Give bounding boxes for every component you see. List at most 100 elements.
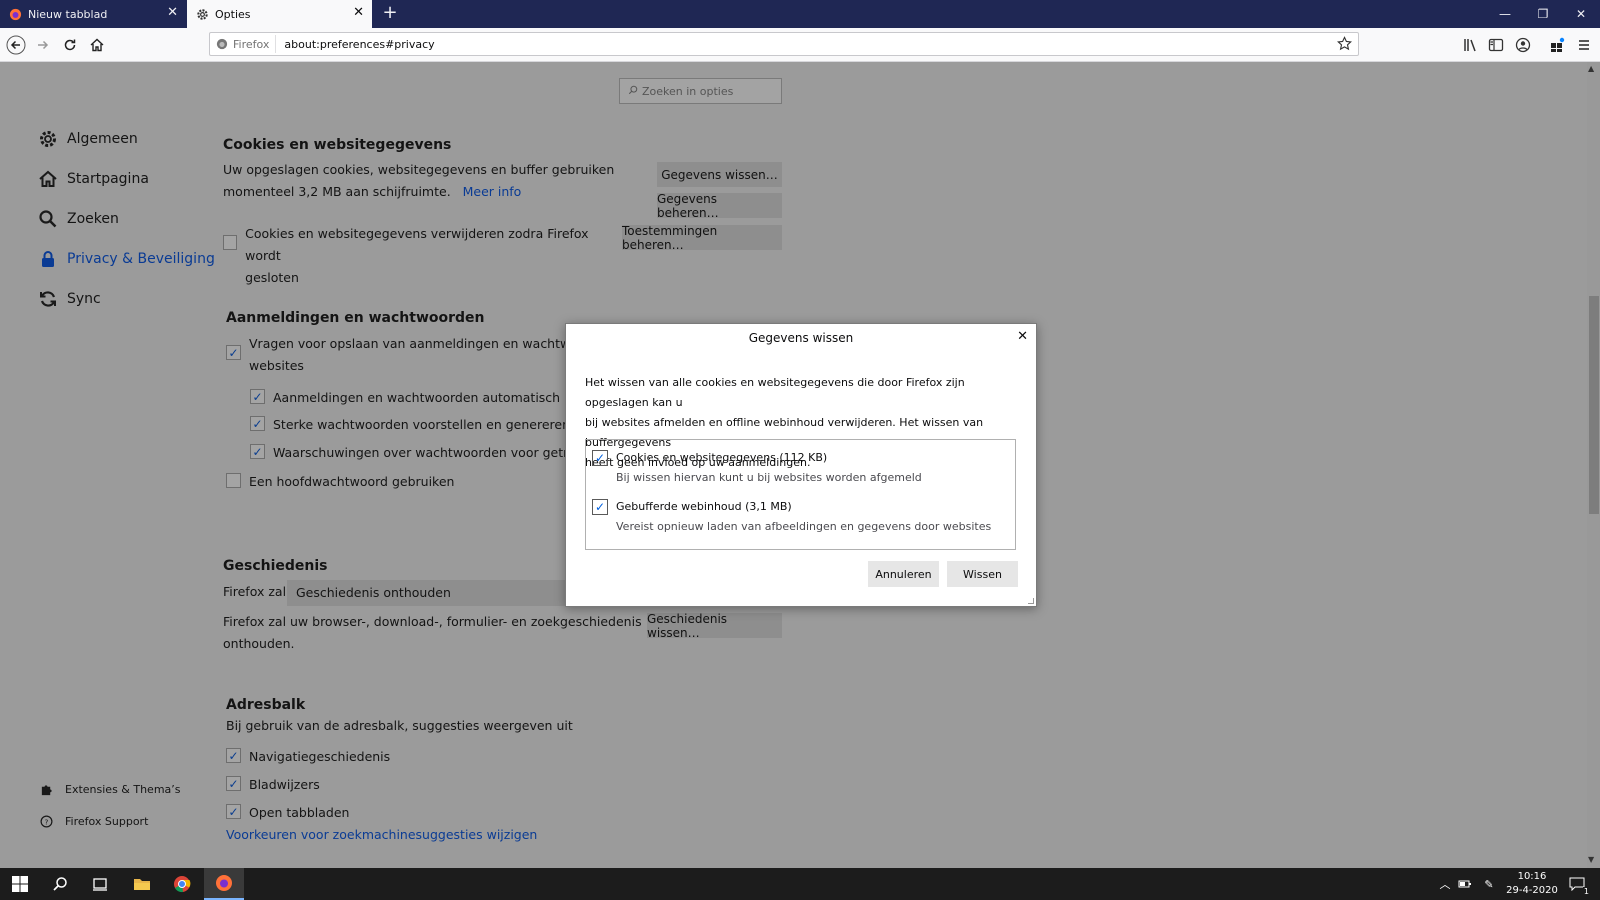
scroll-up-icon[interactable]: ▲	[1588, 64, 1594, 73]
scroll-down-icon[interactable]: ▼	[1588, 855, 1594, 864]
sidebar-item-home[interactable]: Startpagina	[37, 168, 149, 190]
cookies-option-checkbox[interactable]: ✓	[592, 450, 608, 466]
url-bar[interactable]: Firefox about:preferences#privacy	[209, 32, 1359, 56]
sidebar-toggle-icon[interactable]	[1484, 33, 1508, 57]
library-icon[interactable]	[1458, 33, 1482, 57]
puzzle-icon	[39, 782, 53, 796]
sidebar-item-search[interactable]: Zoeken	[37, 208, 119, 230]
history-mode-label: Firefox zal	[223, 584, 287, 599]
breach-alerts-row[interactable]: ✓ Waarschuwingen over wachtwoorden voor …	[250, 442, 600, 464]
taskbar-search-icon[interactable]	[40, 868, 80, 900]
delete-on-close-label: gesloten	[245, 270, 299, 285]
cookies-option-subtext: Bij wissen hiervan kunt u bij websites w…	[616, 471, 922, 484]
account-icon[interactable]	[1511, 33, 1535, 57]
show-hidden-icons-icon[interactable]: ︿	[1437, 876, 1453, 892]
cookies-description: Uw opgeslagen cookies, websitegegevens e…	[223, 159, 614, 203]
suggest-history-checkbox[interactable]: ✓	[226, 748, 241, 763]
scrollbar-thumb[interactable]	[1589, 296, 1599, 514]
back-arrow-icon	[6, 35, 26, 55]
home-button[interactable]	[85, 33, 109, 57]
close-tab-icon[interactable]: ✕	[167, 6, 178, 20]
chrome-icon[interactable]	[162, 868, 202, 900]
restore-button[interactable]: ❐	[1524, 0, 1562, 28]
search-input[interactable]: Zoeken in opties	[619, 78, 782, 104]
breach-alerts-checkbox[interactable]: ✓	[250, 444, 265, 459]
clear-button[interactable]: Wissen	[947, 561, 1018, 587]
clear-data-button[interactable]: Gegevens wissen…	[657, 162, 782, 187]
master-password-label: Een hoofdwachtwoord gebruiken	[249, 474, 455, 489]
bookmark-star-icon[interactable]	[1337, 36, 1352, 54]
close-tab-icon[interactable]: ✕	[353, 6, 364, 20]
autofill-logins-label: Aanmeldingen en wachtwoorden automatisch…	[273, 390, 606, 405]
clock[interactable]: 10:16 29-4-2020	[1497, 870, 1567, 898]
delete-on-close-row[interactable]: Cookies en websitegegevens verwijderen z…	[223, 223, 603, 289]
cache-option-checkbox[interactable]: ✓	[592, 499, 608, 515]
suggest-history-row[interactable]: ✓ Navigatiegeschiedenis	[226, 746, 390, 768]
cancel-button[interactable]: Annuleren	[868, 561, 939, 587]
taskbar: ︿ ✎ 10:16 29-4-2020 1	[0, 868, 1600, 900]
dialog-options-box: ✓ Cookies en websitegegevens (112 KB) Bi…	[585, 439, 1016, 550]
sidebar-item-sync[interactable]: Sync	[37, 288, 101, 310]
more-info-link[interactable]: Meer info	[463, 184, 522, 199]
help-icon: ?	[39, 814, 53, 828]
sidebar-item-support[interactable]: ? Firefox Support	[39, 814, 148, 828]
manage-permissions-button[interactable]: Toestemmingen beheren…	[622, 224, 782, 252]
clear-history-button[interactable]: Geschiedenis wissen…	[647, 612, 782, 640]
manage-data-button[interactable]: Gegevens beheren…	[657, 192, 782, 220]
history-description-line: onthouden.	[223, 636, 295, 651]
minimize-button[interactable]: —	[1486, 0, 1524, 28]
new-tab-button[interactable]: +	[380, 3, 400, 25]
identity-box[interactable]: Firefox	[210, 35, 277, 53]
suggest-bookmarks-row[interactable]: ✓ Bladwijzers	[226, 774, 320, 796]
autofill-logins-checkbox[interactable]: ✓	[250, 389, 265, 404]
cache-option-label: Gebufferde webinhoud (3,1 MB)	[616, 500, 792, 513]
sidebar-item-privacy[interactable]: Privacy & Beveiliging	[37, 248, 215, 270]
resize-grip-icon[interactable]	[1028, 598, 1034, 604]
forward-arrow-icon	[38, 40, 49, 50]
cookies-option-row[interactable]: ✓ Cookies en websitegegevens (112 KB) Bi…	[592, 450, 922, 487]
tab-options[interactable]: Opties ✕	[187, 0, 372, 28]
ask-save-logins-row[interactable]: ✓ Vragen voor opslaan van aanmeldingen e…	[226, 333, 614, 377]
autofill-logins-row[interactable]: ✓ Aanmeldingen en wachtwoorden automatis…	[250, 387, 605, 409]
master-password-row[interactable]: Een hoofdwachtwoord gebruiken	[226, 471, 454, 493]
suggest-open-tabs-checkbox[interactable]: ✓	[226, 804, 241, 819]
extensions-icon[interactable]	[1545, 33, 1569, 57]
pen-icon[interactable]: ✎	[1481, 876, 1497, 892]
master-password-checkbox[interactable]	[226, 473, 241, 488]
delete-on-close-checkbox[interactable]	[223, 235, 238, 250]
nav-bar: Firefox about:preferences#privacy	[0, 28, 1600, 62]
search-suggestions-link[interactable]: Voorkeuren voor zoekmachinesuggesties wi…	[226, 824, 537, 846]
menu-icon[interactable]	[1572, 33, 1596, 57]
cache-option-subtext: Vereist opnieuw laden van afbeeldingen e…	[616, 520, 992, 533]
suggest-open-tabs-label: Open tabbladen	[249, 805, 350, 820]
sidebar-item-label: Privacy & Beveiliging	[67, 251, 215, 267]
cache-option-row[interactable]: ✓ Gebufferde webinhoud (3,1 MB) Vereist …	[592, 499, 991, 536]
suggest-bookmarks-checkbox[interactable]: ✓	[226, 776, 241, 791]
close-icon[interactable]: ✕	[1017, 329, 1028, 344]
url-text[interactable]: about:preferences#privacy	[276, 38, 434, 51]
suggest-passwords-row[interactable]: ✓ Sterke wachtwoorden voorstellen en gen…	[250, 414, 570, 436]
cookies-description-line: momenteel 3,2 MB aan schijfruimte.	[223, 184, 451, 199]
battery-icon[interactable]	[1457, 876, 1473, 892]
suggest-open-tabs-row[interactable]: ✓ Open tabbladen	[226, 802, 349, 824]
sidebar-item-general[interactable]: Algemeen	[37, 128, 138, 150]
forward-button[interactable]	[31, 33, 55, 57]
file-explorer-icon[interactable]	[122, 868, 162, 900]
suggest-passwords-checkbox[interactable]: ✓	[250, 416, 265, 431]
reload-button[interactable]	[58, 33, 82, 57]
back-button[interactable]	[4, 33, 28, 57]
dialog-title: Gegevens wissen	[748, 331, 854, 345]
clock-time: 10:16	[1517, 871, 1547, 882]
tab-new-tab[interactable]: Nieuw tabblad ✕	[0, 0, 186, 28]
ask-save-logins-checkbox[interactable]: ✓	[226, 345, 241, 360]
close-window-button[interactable]: ✕	[1562, 0, 1600, 28]
firefox-taskbar-icon[interactable]	[204, 868, 244, 900]
sidebar-item-extensions[interactable]: Extensies & Thema’s	[39, 782, 181, 796]
notification-count: 1	[1582, 887, 1590, 896]
task-view-icon[interactable]	[80, 868, 120, 900]
history-description: Firefox zal uw browser-, download-, form…	[223, 611, 642, 655]
sync-icon	[37, 288, 59, 310]
firefox-icon	[216, 38, 228, 50]
windows-start-icon[interactable]	[0, 868, 40, 900]
notifications-icon[interactable]: 1	[1566, 876, 1590, 896]
